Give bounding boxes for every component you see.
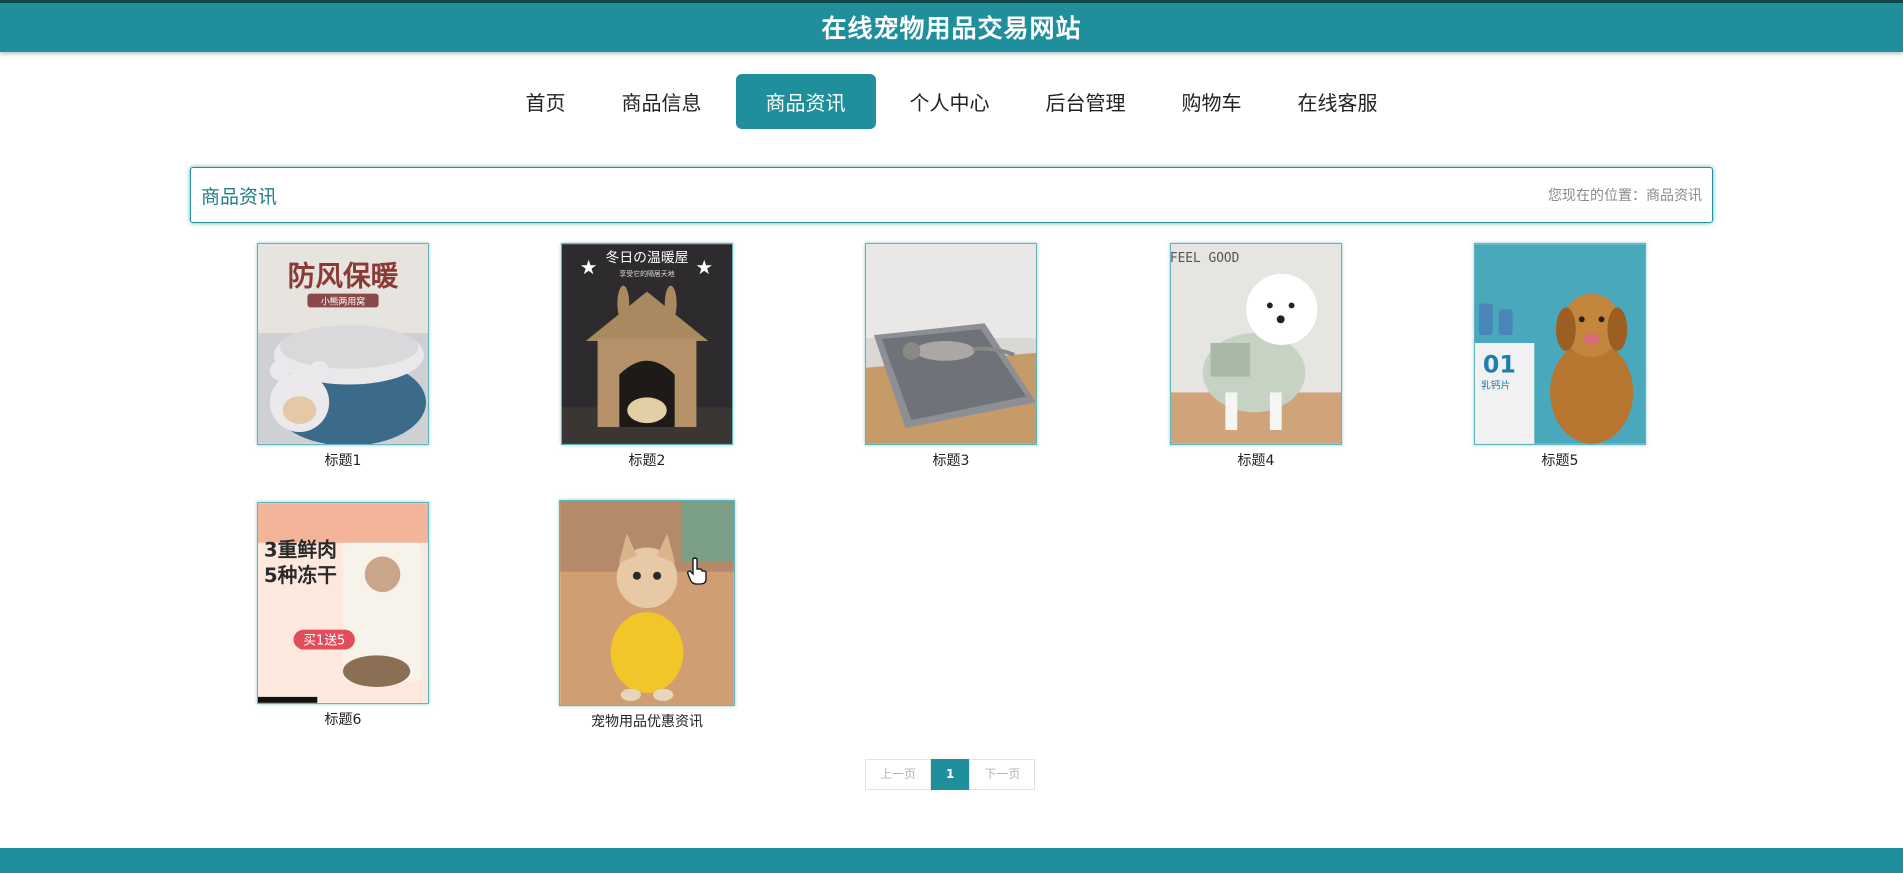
site-header: 在线宠物用品交易网站 — [0, 0, 1903, 52]
breadcrumb: 您现在的位置：商品资讯 — [1548, 188, 1702, 204]
site-footer — [0, 848, 1903, 873]
news-thumbnail[interactable]: 防风保暖 小熊两用窝 — [257, 243, 429, 445]
nav-customer-service[interactable]: 在线客服 — [1272, 74, 1404, 129]
news-caption[interactable]: 标题1 — [255, 450, 431, 470]
news-caption[interactable]: 宠物用品优惠资讯 — [557, 711, 737, 731]
news-caption[interactable]: 标题5 — [1472, 450, 1648, 470]
news-item[interactable]: 防风保暖 小熊两用窝 标题1 — [255, 243, 431, 470]
news-caption[interactable]: 标题3 — [863, 450, 1039, 470]
svg-text:01: 01 — [1483, 351, 1516, 379]
nav-admin[interactable]: 后台管理 — [1020, 74, 1152, 129]
pagination: 上一页 1 下一页 — [865, 759, 1036, 790]
news-thumbnail[interactable]: 01 乳钙片 — [1474, 243, 1646, 445]
news-item[interactable]: 标题3 — [863, 243, 1039, 470]
svg-text:享受它的隔居天地: 享受它的隔居天地 — [619, 269, 674, 278]
svg-text:防风保暖: 防风保暖 — [288, 260, 399, 293]
news-caption[interactable]: 标题2 — [559, 450, 735, 470]
svg-text:冬日の温暖屋: 冬日の温暖屋 — [606, 250, 689, 266]
nav-products[interactable]: 商品信息 — [596, 74, 728, 129]
news-thumbnail[interactable] — [559, 500, 735, 706]
svg-text:★: ★ — [695, 256, 713, 279]
svg-text:小熊两用窝: 小熊两用窝 — [321, 295, 365, 307]
news-thumbnail[interactable]: 冬日の温暖屋 享受它的隔居天地 ★ ★ — [561, 243, 733, 445]
nav-personal-center[interactable]: 个人中心 — [884, 74, 1016, 129]
next-page-button[interactable]: 下一页 — [969, 759, 1036, 790]
svg-text:3重鲜肉: 3重鲜肉 — [264, 539, 337, 562]
section-title: 商品资讯 — [201, 185, 278, 208]
news-thumbnail[interactable] — [865, 243, 1037, 445]
svg-text:5种冻干: 5种冻干 — [264, 564, 337, 587]
prev-page-button[interactable]: 上一页 — [865, 759, 932, 790]
news-caption[interactable]: 标题6 — [255, 709, 431, 729]
news-item[interactable]: 3重鲜肉 5种冻干 买1送5 标题6 — [255, 502, 431, 729]
nav-home[interactable]: 首页 — [500, 74, 592, 129]
news-thumbnail[interactable]: FEEL GOOD — [1170, 243, 1342, 445]
svg-text:★: ★ — [580, 256, 598, 279]
svg-text:FEEL GOOD: FEEL GOOD — [1170, 251, 1239, 266]
news-caption[interactable]: 标题4 — [1168, 450, 1344, 470]
svg-text:乳钙片: 乳钙片 — [1481, 378, 1511, 391]
news-item[interactable]: FEEL GOOD 标题4 — [1168, 243, 1344, 470]
main-nav: 首页 商品信息 商品资讯 个人中心 后台管理 购物车 在线客服 — [0, 74, 1903, 129]
breadcrumb-bar: 商品资讯 您现在的位置：商品资讯 — [190, 167, 1713, 223]
site-title: 在线宠物用品交易网站 — [821, 13, 1082, 43]
news-item[interactable]: 01 乳钙片 标题5 — [1472, 243, 1648, 470]
news-item[interactable]: 冬日の温暖屋 享受它的隔居天地 ★ ★ 标题2 — [559, 243, 735, 470]
news-item[interactable]: 宠物用品优惠资讯 — [557, 500, 737, 731]
svg-text:买1送5: 买1送5 — [303, 634, 345, 649]
page-1-button[interactable]: 1 — [931, 759, 970, 790]
hand-cursor-icon — [687, 557, 707, 585]
nav-cart[interactable]: 购物车 — [1156, 74, 1268, 129]
nav-product-news[interactable]: 商品资讯 — [735, 74, 876, 129]
news-thumbnail[interactable]: 3重鲜肉 5种冻干 买1送5 — [257, 502, 429, 704]
